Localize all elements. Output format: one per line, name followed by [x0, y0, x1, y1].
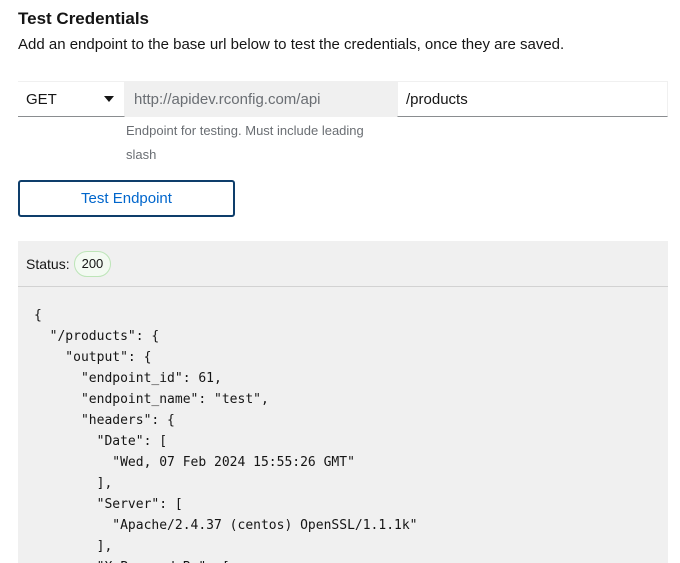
json-line: ],	[34, 476, 113, 491]
test-endpoint-button[interactable]: Test Endpoint	[18, 180, 235, 217]
json-line: "Wed, 07 Feb 2024 15:55:26 GMT"	[34, 455, 355, 470]
json-response-body: { "/products": { "output": { "endpoint_i…	[18, 287, 668, 563]
section-title: Test Credentials	[18, 9, 150, 28]
status-label: Status:	[26, 255, 70, 272]
json-line: {	[34, 308, 42, 323]
caret-down-icon	[104, 96, 114, 102]
status-badge: 200	[73, 250, 112, 277]
json-line: ],	[34, 539, 113, 554]
endpoint-path-input[interactable]	[397, 81, 668, 117]
json-line: "Date": [	[34, 434, 168, 449]
endpoint-helper-text: Endpoint for testing. Must include leadi…	[126, 123, 364, 162]
method-select-value: GET	[26, 90, 57, 108]
method-select[interactable]: GET	[18, 81, 125, 117]
json-line: "Server": [	[34, 497, 183, 512]
json-line: "endpoint_name": "test",	[34, 392, 269, 407]
base-url-field: http://apidev.rconfig.com/api	[125, 81, 397, 117]
section-description: Add an endpoint to the base url below to…	[18, 36, 565, 53]
json-line: "endpoint_id": 61,	[34, 371, 222, 386]
json-line: "output": {	[34, 350, 152, 365]
result-panel: Status: 200 { "/products": { "output": {…	[18, 241, 668, 563]
json-line: "headers": {	[34, 413, 175, 428]
endpoint-input-group: GET http://apidev.rconfig.com/api	[18, 81, 668, 117]
json-line: "Apache/2.4.37 (centos) OpenSSL/1.1.1k"	[34, 518, 418, 533]
status-row: Status: 200	[18, 241, 668, 287]
test-credentials-page: Test Credentials Add an endpoint to the …	[0, 0, 680, 563]
json-line: "/products": {	[34, 329, 160, 344]
